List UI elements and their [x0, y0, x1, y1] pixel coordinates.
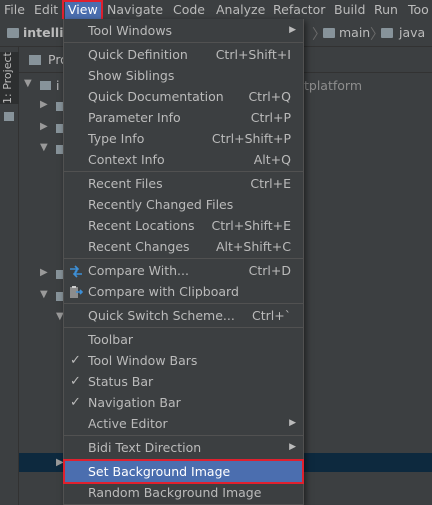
- menu-item-shortcut: Alt+Shift+C: [215, 239, 291, 254]
- collapse-arrow-icon[interactable]: ▶: [40, 99, 48, 110]
- expand-arrow-icon[interactable]: ▼: [40, 289, 48, 300]
- menu-item-label: Random Background Image: [88, 485, 262, 500]
- menu-view[interactable]: View: [65, 0, 101, 19]
- menu-item-label: Tool Window Bars: [88, 353, 198, 368]
- menu-item-navigation-bar[interactable]: ✓ Navigation Bar: [64, 392, 303, 413]
- menu-item-tool-window-bars[interactable]: ✓ Tool Window Bars: [64, 350, 303, 371]
- folder-icon: [40, 81, 51, 90]
- menu-item-shortcut: Ctrl+P: [250, 110, 291, 125]
- menu-item-label: Quick Switch Scheme...: [88, 308, 235, 323]
- submenu-arrow-icon: ▶: [289, 442, 296, 452]
- menu-item-label: Parameter Info: [88, 110, 181, 125]
- main-menu-bar: File Edit View Navigate Code Analyze Ref…: [0, 0, 432, 19]
- menu-item-label: Quick Documentation: [88, 89, 224, 104]
- menu-item-shortcut: Ctrl+E: [250, 176, 291, 191]
- menu-item-toolbar[interactable]: Toolbar: [64, 329, 303, 350]
- menu-item-active-editor[interactable]: Active Editor ▶: [64, 413, 303, 434]
- menu-item-label: Bidi Text Direction: [88, 440, 202, 455]
- menu-separator: [64, 459, 303, 460]
- menu-item-quick-documentation[interactable]: Quick Documentation Ctrl+Q: [64, 86, 303, 107]
- compare-icon: [70, 265, 82, 278]
- menu-item-label: Tool Windows: [88, 23, 173, 38]
- menu-run[interactable]: Run: [374, 0, 398, 19]
- folder-icon: [381, 28, 393, 38]
- menu-analyze[interactable]: Analyze: [216, 0, 265, 19]
- menu-item-shortcut: Ctrl+Shift+I: [215, 47, 291, 62]
- project-view-icon: [29, 55, 41, 65]
- menu-item-label: Navigation Bar: [88, 395, 181, 410]
- menu-item-recent-files[interactable]: Recent Files Ctrl+E: [64, 173, 303, 194]
- menu-item-shortcut: Ctrl+Shift+E: [211, 218, 292, 233]
- menu-item-label: Active Editor: [88, 416, 168, 431]
- menu-item-random-background-image[interactable]: Random Background Image: [64, 482, 303, 503]
- menu-separator: [64, 303, 303, 304]
- menu-separator: [64, 258, 303, 259]
- menu-item-recent-locations[interactable]: Recent Locations Ctrl+Shift+E: [64, 215, 303, 236]
- project-folder-icon: [7, 28, 19, 38]
- submenu-arrow-icon: ▶: [289, 418, 296, 428]
- menu-item-label: Recent Files: [88, 176, 163, 191]
- submenu-arrow-icon: ▶: [289, 25, 296, 35]
- expand-arrow-icon[interactable]: ▼: [24, 78, 32, 89]
- compare-clipboard-icon: [70, 286, 83, 298]
- menu-tools[interactable]: Too: [408, 0, 429, 19]
- menu-item-parameter-info[interactable]: Parameter Info Ctrl+P: [64, 107, 303, 128]
- menu-item-shortcut: Alt+Q: [253, 152, 291, 167]
- menu-item-label: Toolbar: [88, 332, 134, 347]
- menu-item-label: Compare with Clipboard: [88, 284, 239, 299]
- folder-icon: [4, 112, 14, 121]
- menu-item-shortcut: Ctrl+Shift+P: [211, 131, 291, 146]
- tree-root-label[interactable]: i: [56, 78, 59, 93]
- menu-navigate[interactable]: Navigate: [107, 0, 163, 19]
- menu-build[interactable]: Build: [334, 0, 365, 19]
- menu-item-type-info[interactable]: Type Info Ctrl+Shift+P: [64, 128, 303, 149]
- check-icon: ✓: [70, 395, 81, 410]
- check-icon: ✓: [70, 374, 81, 389]
- menu-item-recent-changes[interactable]: Recent Changes Alt+Shift+C: [64, 236, 303, 257]
- menu-item-label: Recently Changed Files: [88, 197, 234, 212]
- menu-item-shortcut: Ctrl+D: [248, 263, 291, 278]
- nav-crumb-java[interactable]: java: [399, 19, 425, 47]
- menu-item-show-siblings[interactable]: Show Siblings: [64, 65, 303, 86]
- project-tab-label[interactable]: 1: Project: [1, 52, 14, 104]
- check-icon: ✓: [70, 353, 81, 368]
- menu-refactor[interactable]: Refactor: [273, 0, 325, 19]
- menu-item-label: Recent Changes: [88, 239, 190, 254]
- menu-item-recently-changed-files[interactable]: Recently Changed Files: [64, 194, 303, 215]
- menu-item-quick-definition[interactable]: Quick Definition Ctrl+Shift+I: [64, 44, 303, 65]
- menu-item-label: Show Siblings: [88, 68, 175, 83]
- tree-root-hint: tplatform: [304, 78, 363, 93]
- menu-item-tool-windows[interactable]: Tool Windows ▶: [64, 20, 303, 41]
- menu-item-compare-with-clipboard[interactable]: Compare with Clipboard: [64, 281, 303, 302]
- menu-item-set-background-image[interactable]: Set Background Image: [64, 461, 303, 482]
- collapse-arrow-icon[interactable]: ▶: [40, 121, 48, 132]
- menu-edit[interactable]: Edit: [34, 0, 58, 19]
- menu-item-status-bar[interactable]: ✓ Status Bar: [64, 371, 303, 392]
- menu-item-compare-with[interactable]: Compare With... Ctrl+D: [64, 260, 303, 281]
- menu-code[interactable]: Code: [173, 0, 205, 19]
- menu-item-label: Status Bar: [88, 374, 154, 389]
- menu-file[interactable]: File: [4, 0, 25, 19]
- menu-item-shortcut: Ctrl+`: [252, 308, 291, 323]
- menu-item-label: Recent Locations: [88, 218, 195, 233]
- menu-separator: [64, 171, 303, 172]
- menu-item-label: Quick Definition: [88, 47, 188, 62]
- folder-icon: [323, 28, 335, 38]
- collapse-arrow-icon[interactable]: ▶: [40, 267, 48, 278]
- menu-item-label: Set Background Image: [88, 464, 231, 479]
- menu-item-quick-switch-scheme[interactable]: Quick Switch Scheme... Ctrl+`: [64, 305, 303, 326]
- menu-separator: [64, 327, 303, 328]
- menu-item-context-info[interactable]: Context Info Alt+Q: [64, 149, 303, 170]
- menu-item-label: Type Info: [88, 131, 145, 146]
- menu-separator: [64, 435, 303, 436]
- menu-item-label: Context Info: [88, 152, 165, 167]
- menu-item-label: Compare With...: [88, 263, 189, 278]
- expand-arrow-icon[interactable]: ▼: [40, 142, 48, 153]
- menu-item-shortcut: Ctrl+Q: [248, 89, 291, 104]
- nav-crumb-main[interactable]: main: [339, 19, 370, 47]
- menu-item-bidi-text-direction[interactable]: Bidi Text Direction ▶: [64, 437, 303, 458]
- menu-separator: [64, 42, 303, 43]
